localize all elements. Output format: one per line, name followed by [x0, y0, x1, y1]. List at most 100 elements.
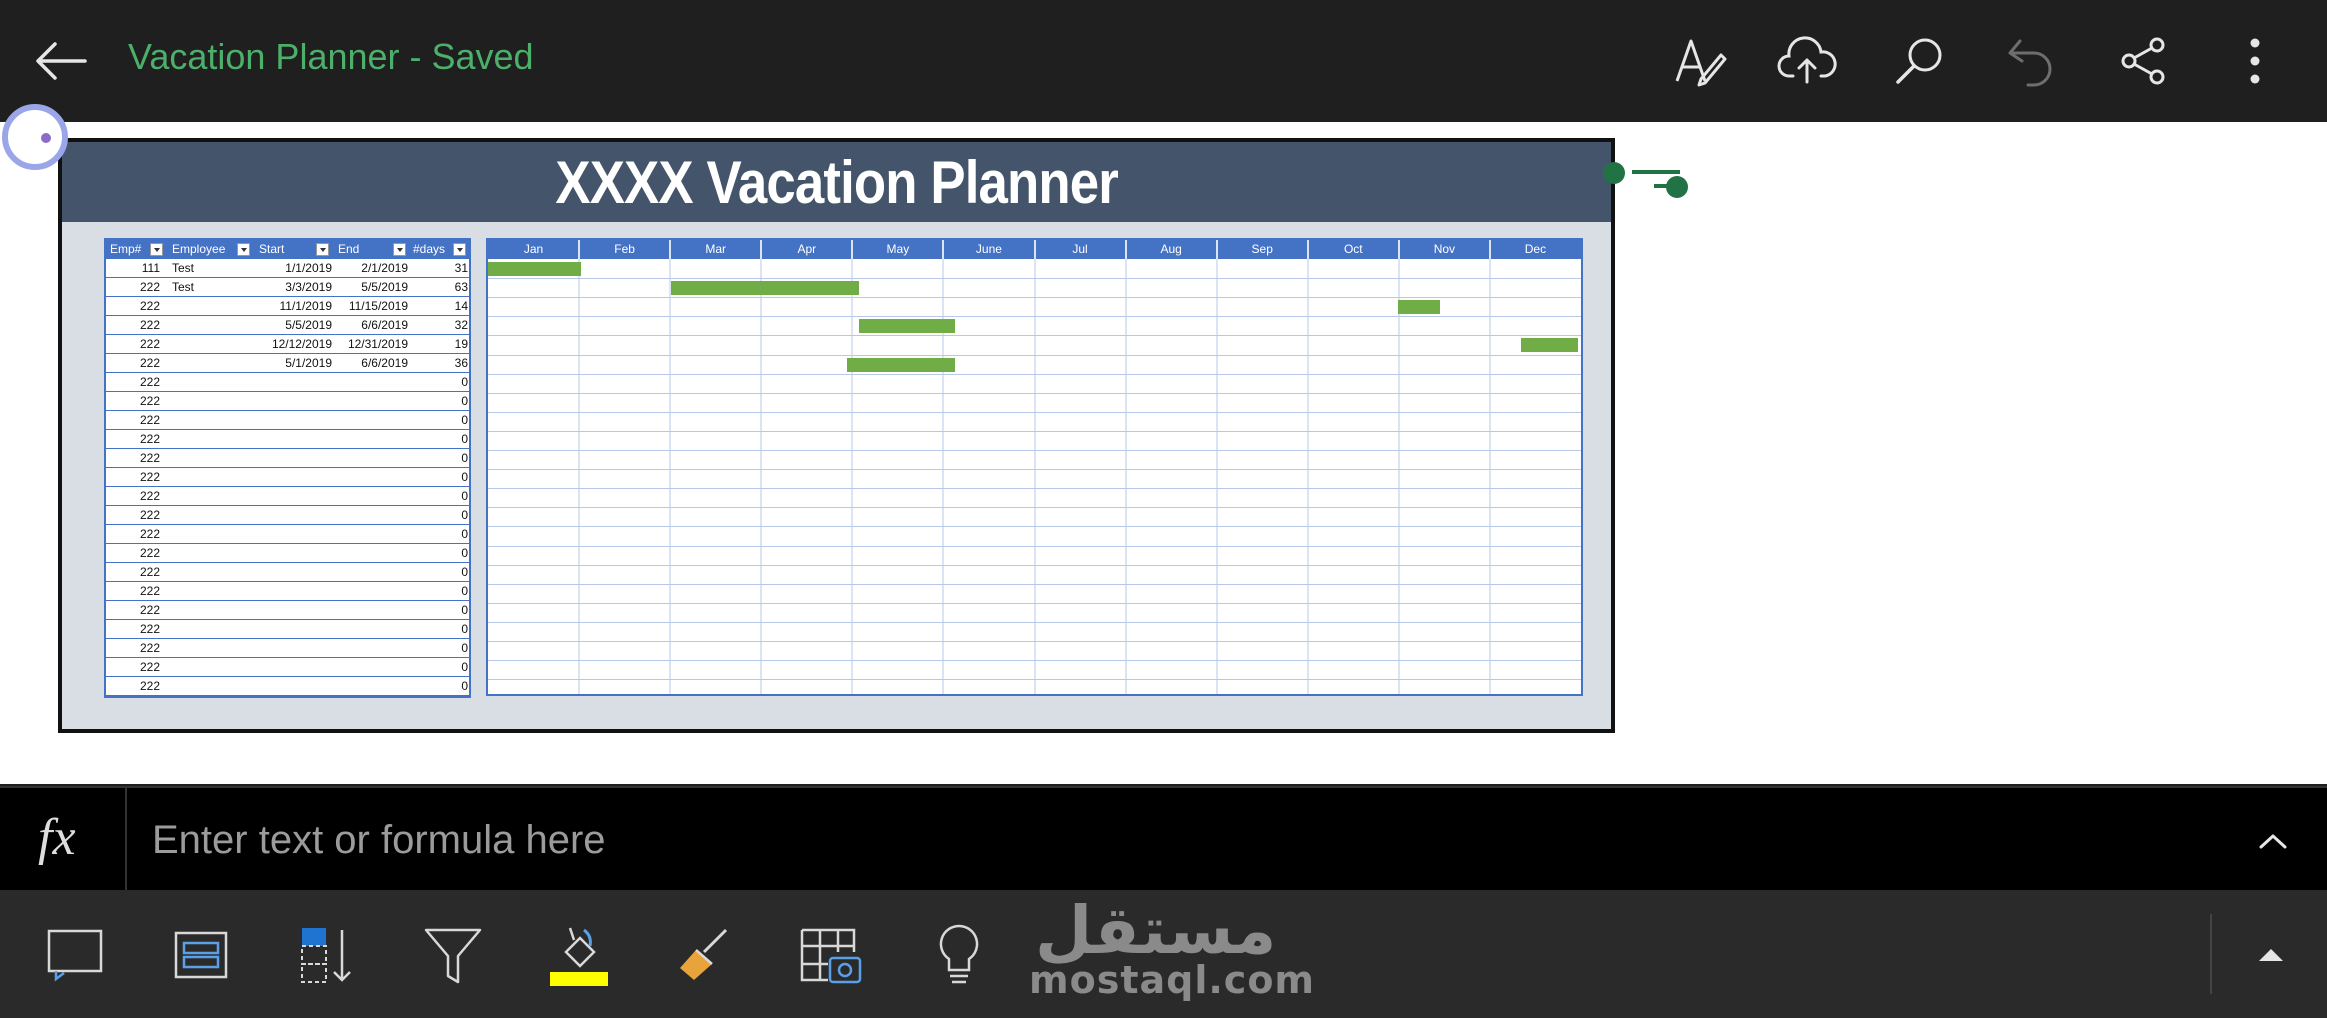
formula-input[interactable]	[152, 812, 2152, 868]
format-painter-button[interactable]	[670, 920, 740, 990]
table-row[interactable]: 222 0	[106, 449, 469, 468]
cell-emp: 222	[139, 565, 160, 579]
cell-emp: 222	[139, 679, 160, 693]
grid-row-line	[488, 411, 1581, 413]
cell-start: 12/12/2019	[271, 337, 332, 351]
resize-handle-right[interactable]	[1666, 176, 1688, 198]
arrow-left-icon	[36, 42, 87, 80]
cloud-upload-button[interactable]	[1774, 28, 1840, 94]
share-button[interactable]	[2110, 28, 2176, 94]
cell-emp: 222	[139, 470, 160, 484]
grid-column-line	[760, 240, 763, 694]
grid-column-line	[578, 240, 581, 694]
cell-emp: 222	[139, 622, 160, 636]
filter-dropdown-icon[interactable]	[393, 243, 406, 256]
grid-row-line	[488, 660, 1581, 662]
cell-days: 0	[461, 622, 468, 636]
sort-button[interactable]	[292, 920, 362, 990]
table-row[interactable]: 222 0	[106, 658, 469, 677]
col-header-start: Start	[259, 242, 285, 256]
watermark-latin: mostaql.com	[1029, 958, 1316, 1002]
more-options-button[interactable]	[2222, 28, 2288, 94]
grid-row-line	[488, 526, 1581, 528]
table-row[interactable]: 222 Test 3/3/2019 5/5/2019 63	[106, 278, 469, 297]
filter-dropdown-icon[interactable]	[237, 243, 250, 256]
fx-label[interactable]: fx	[38, 808, 76, 867]
cell-start: 3/3/2019	[285, 280, 332, 294]
table-row[interactable]: 222 0	[106, 563, 469, 582]
table-row[interactable]: 222 12/12/2019 12/31/2019 19	[106, 335, 469, 354]
vacation-bar	[859, 319, 956, 334]
expand-formula-button[interactable]	[2250, 818, 2296, 864]
grid-row-line	[488, 335, 1581, 337]
cell-days: 0	[461, 584, 468, 598]
table-row[interactable]: 222 0	[106, 487, 469, 506]
table-row[interactable]: 222 0	[106, 506, 469, 525]
cell-days: 0	[461, 413, 468, 427]
table-row[interactable]: 222 11/1/2019 11/15/2019 14	[106, 297, 469, 316]
back-button[interactable]	[30, 30, 92, 92]
table-row[interactable]: 222 5/5/2019 6/6/2019 32	[106, 316, 469, 335]
undo-button[interactable]	[1998, 28, 2064, 94]
grid-row-line	[488, 641, 1581, 642]
filter-dropdown-icon[interactable]	[150, 243, 163, 256]
tell-me-lightbulb-icon	[939, 924, 979, 984]
grid-column-line	[1215, 240, 1218, 694]
cell-emp: 222	[139, 603, 160, 617]
select-cells-button[interactable]	[40, 920, 110, 990]
search-button[interactable]	[1886, 28, 1952, 94]
table-row[interactable]: 111 Test 1/1/2019 2/1/2019 31	[106, 259, 469, 278]
month-header: June	[975, 242, 1002, 256]
top-app-bar: Vacation Planner - Saved	[0, 0, 2327, 122]
cell-days: 0	[461, 432, 468, 446]
filter-button[interactable]	[418, 920, 488, 990]
table-row[interactable]: 222 0	[106, 639, 469, 658]
table-row[interactable]: 222 0	[106, 601, 469, 620]
cell-days: 14	[454, 299, 468, 313]
cell-employee: Test	[172, 280, 195, 294]
cell-days: 0	[461, 546, 468, 560]
filter-dropdown-icon[interactable]	[316, 243, 329, 256]
table-row[interactable]: 222 0	[106, 544, 469, 563]
cell-days: 63	[454, 280, 468, 294]
collapse-toolbar-button[interactable]	[2236, 920, 2306, 990]
cell-emp: 222	[139, 660, 160, 674]
table-row[interactable]: 222 0	[106, 392, 469, 411]
col-header-emp: Emp#	[110, 242, 142, 256]
cell-days: 0	[461, 394, 468, 408]
month-header: Jan	[523, 242, 544, 256]
filter-dropdown-icon[interactable]	[453, 243, 466, 256]
cell-emp: 222	[139, 280, 160, 294]
cell-end: 5/5/2019	[361, 280, 408, 294]
planner-title: XXXX Vacation Planner	[555, 148, 1118, 216]
worksheet-canvas[interactable]: XXXX Vacation Planner Emp# Employee Star…	[0, 104, 2327, 784]
table-row[interactable]: 222 0	[106, 411, 469, 430]
formula-bar: fx	[0, 786, 2327, 892]
table-row[interactable]: 222 0	[106, 677, 469, 696]
table-row[interactable]: 222 0	[106, 525, 469, 544]
grid-row-line	[488, 297, 1581, 299]
cell-days: 0	[461, 660, 468, 674]
table-row[interactable]: 222 5/1/2019 6/6/2019 36	[106, 354, 469, 373]
grid-row-line	[488, 278, 1581, 280]
table-row[interactable]: 222 0	[106, 620, 469, 639]
format-cells-button[interactable]	[166, 920, 236, 990]
insert-table-image-button[interactable]	[796, 920, 866, 990]
table-row[interactable]: 222 0	[106, 468, 469, 487]
fill-color-button[interactable]	[544, 920, 614, 990]
cell-end: 12/31/2019	[347, 337, 408, 351]
fill-color-icon	[550, 927, 608, 986]
grid-column-line	[1488, 240, 1491, 694]
draw-button[interactable]	[1666, 28, 1732, 94]
grid-row-line	[488, 450, 1581, 451]
vacation-bar	[488, 262, 581, 276]
grid-row-line	[488, 316, 1581, 318]
table-row[interactable]: 222 0	[106, 430, 469, 449]
tell-me-button[interactable]	[924, 920, 994, 990]
cell-emp: 222	[139, 546, 160, 560]
filter-icon	[424, 928, 482, 984]
table-row[interactable]: 222 0	[106, 582, 469, 601]
table-row[interactable]: 222 0	[106, 373, 469, 392]
resize-handle-left[interactable]	[1603, 162, 1625, 184]
vacation-planner-picture[interactable]: XXXX Vacation Planner Emp# Employee Star…	[58, 138, 1615, 733]
